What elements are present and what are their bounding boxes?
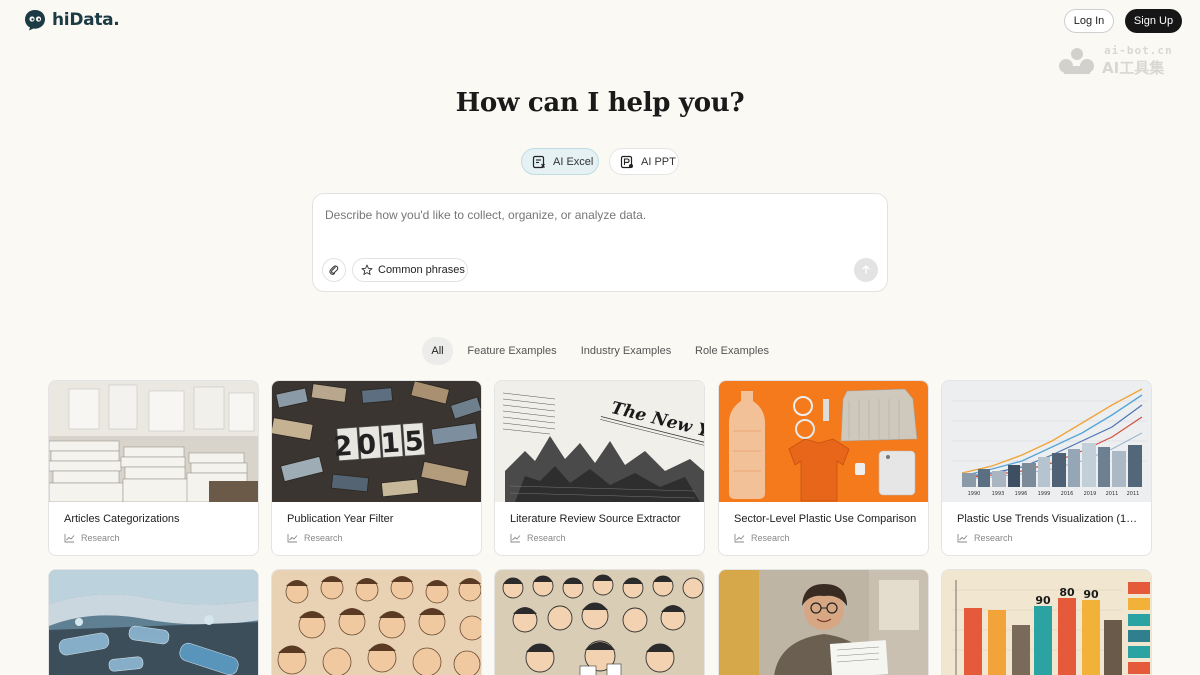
card-tag-label: Research xyxy=(304,533,343,543)
trend-chart-tick-7: 2011 xyxy=(1106,491,1119,497)
orange-plastic-items-image xyxy=(719,381,928,502)
example-card-publication-year-filter[interactable]: 2015 Publication Year Filter Research xyxy=(271,380,482,556)
brand-logo-icon xyxy=(24,9,46,31)
chart-line-icon xyxy=(510,534,521,543)
tab-industry-examples[interactable]: Industry Examples xyxy=(574,337,678,365)
tab-ai-excel-label: AI Excel xyxy=(553,155,594,168)
arrow-up-icon xyxy=(862,265,870,274)
trend-chart-tick-6: 2019 xyxy=(1084,491,1097,497)
card-title: Publication Year Filter xyxy=(287,513,394,525)
books-image-year-text: 2015 xyxy=(333,425,430,463)
crowd-cartoon-image xyxy=(495,570,704,675)
books-2015-image: 2015 xyxy=(272,381,481,502)
plastic-trend-chart-image: 1990 1993 1996 1999 2016 2019 2011 2011 xyxy=(942,381,1151,502)
stacked-papers-image xyxy=(49,381,258,502)
trend-chart-tick-2: 1993 xyxy=(992,491,1005,497)
example-card-literature-review-source-extractor[interactable]: The New York Times Literature Review Sou… xyxy=(494,380,705,556)
chart-line-icon xyxy=(287,534,298,543)
filter-tabs: All Feature Examples Industry Examples R… xyxy=(0,337,1200,365)
trend-chart-tick-1: 1990 xyxy=(968,491,981,497)
bar-chart-image-label-2: 80 xyxy=(1059,586,1075,599)
brand-name: hiData. xyxy=(52,10,120,30)
page-title: How can I help you? xyxy=(455,88,745,118)
student-holding-paper-image xyxy=(719,570,928,675)
login-button[interactable]: Log In xyxy=(1064,9,1114,33)
example-card-students-classroom[interactable] xyxy=(271,569,482,675)
card-tag-label: Research xyxy=(974,533,1013,543)
card-title: Literature Review Source Extractor xyxy=(510,513,681,525)
example-card-plastic-use-trends[interactable]: 1990 1993 1996 1999 2016 2019 2011 2011 … xyxy=(941,380,1152,556)
newspaper-engraving-image: The New York Times xyxy=(495,381,704,502)
tab-ai-ppt[interactable]: AI PPT xyxy=(609,148,679,175)
excel-sheet-icon xyxy=(532,155,545,168)
bar-chart-illustration-image: 90 80 90 xyxy=(942,570,1151,675)
card-tag: Research xyxy=(287,533,343,543)
card-title: Articles Categorizations xyxy=(64,513,180,525)
trend-chart-tick-4: 1999 xyxy=(1038,491,1051,497)
watermark-label: AI工具集 xyxy=(1102,59,1165,77)
plastic-bottles-shore-image xyxy=(49,570,258,675)
card-tag-label: Research xyxy=(527,533,566,543)
card-title: Plastic Use Trends Visualization (1990–2… xyxy=(957,513,1142,525)
tab-ai-ppt-label: AI PPT xyxy=(641,155,676,168)
card-tag: Research xyxy=(957,533,1013,543)
chart-line-icon xyxy=(64,534,75,543)
example-card-articles-categorizations[interactable]: Articles Categorizations Research xyxy=(48,380,259,556)
prompt-box: Common phrases xyxy=(312,193,888,292)
bar-chart-image-label-1: 90 xyxy=(1035,594,1051,607)
watermark: ai-bot.cn AI工具集 xyxy=(1056,44,1186,78)
card-tag: Research xyxy=(734,533,790,543)
students-classroom-illustration-image xyxy=(272,570,481,675)
card-tag: Research xyxy=(64,533,120,543)
example-card-student-paper[interactable] xyxy=(718,569,929,675)
example-card-plastic-shore[interactable] xyxy=(48,569,259,675)
common-phrases-label: Common phrases xyxy=(378,264,465,276)
tab-all[interactable]: All xyxy=(422,337,453,365)
prompt-input[interactable] xyxy=(325,208,875,248)
chart-line-icon xyxy=(734,534,745,543)
mode-tabs: AI Excel AI PPT xyxy=(0,148,1200,175)
watermark-url: ai-bot.cn xyxy=(1104,44,1173,57)
chart-line-icon xyxy=(957,534,968,543)
attach-button[interactable] xyxy=(322,258,346,282)
trend-chart-tick-5: 2016 xyxy=(1061,491,1074,497)
watermark-logo-icon xyxy=(1059,48,1094,74)
send-button[interactable] xyxy=(854,258,878,282)
example-card-sector-plastic-use[interactable]: Sector-Level Plastic Use Comparison Rese… xyxy=(718,380,929,556)
trend-chart-tick-8: 2011 xyxy=(1127,491,1140,497)
trend-chart-tick-3: 1996 xyxy=(1015,491,1028,497)
signup-button[interactable]: Sign Up xyxy=(1125,9,1182,33)
ppt-slide-icon xyxy=(620,155,633,168)
card-tag-label: Research xyxy=(81,533,120,543)
example-card-crowd-cartoon[interactable] xyxy=(494,569,705,675)
tab-ai-excel[interactable]: AI Excel xyxy=(521,148,599,175)
bar-chart-image-label-3: 90 xyxy=(1083,588,1099,601)
paperclip-icon xyxy=(329,265,339,275)
card-title: Sector-Level Plastic Use Comparison xyxy=(734,513,917,525)
common-phrases-button[interactable]: Common phrases xyxy=(352,258,468,282)
example-card-bar-chart[interactable]: 90 80 90 xyxy=(941,569,1152,675)
tab-role-examples[interactable]: Role Examples xyxy=(690,337,774,365)
star-icon xyxy=(361,264,373,275)
card-tag-label: Research xyxy=(751,533,790,543)
card-tag: Research xyxy=(510,533,566,543)
tab-feature-examples[interactable]: Feature Examples xyxy=(462,337,562,365)
header: hiData. Log In Sign Up xyxy=(0,0,1200,42)
brand-logo[interactable]: hiData. xyxy=(24,9,120,31)
